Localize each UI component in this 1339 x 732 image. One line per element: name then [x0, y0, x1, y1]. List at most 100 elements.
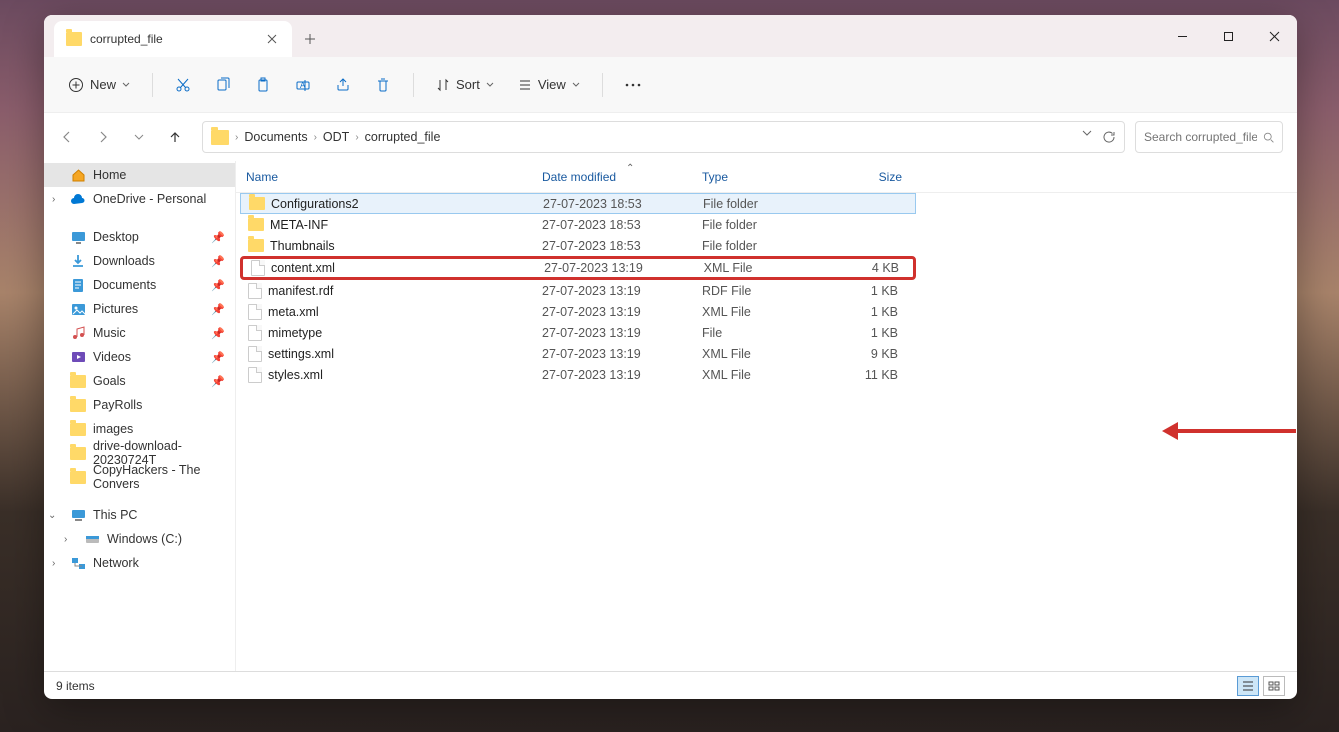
search-box[interactable] — [1135, 121, 1283, 153]
new-button[interactable]: New — [58, 67, 140, 103]
folder-icon — [70, 469, 86, 485]
column-headers: Name Date modified Type Size — [236, 161, 1297, 193]
pin-icon: 📌 — [211, 375, 225, 388]
cell-date: 27-07-2023 13:19 — [532, 347, 692, 361]
sidebar-item-onedrive[interactable]: ›OneDrive - Personal — [44, 187, 235, 211]
close-icon — [1269, 31, 1280, 42]
forward-button[interactable] — [86, 120, 120, 154]
grid-icon — [1268, 681, 1280, 691]
breadcrumb-item[interactable]: Documents — [244, 130, 307, 144]
sidebar-item-videos[interactable]: Videos📌 — [44, 345, 235, 369]
file-row[interactable]: mimetype27-07-2023 13:19File1 KB — [240, 322, 916, 343]
cut-button[interactable] — [165, 67, 201, 103]
pictures-icon — [70, 301, 86, 317]
recent-button[interactable] — [122, 120, 156, 154]
cell-size: 4 KB — [827, 261, 913, 275]
back-button[interactable] — [50, 120, 84, 154]
sidebar-item-windowsc[interactable]: ›Windows (C:) — [44, 527, 235, 551]
cell-name: manifest.rdf — [240, 283, 532, 299]
files-view: ⌃ Name Date modified Type Size Configura… — [236, 161, 1297, 671]
separator — [413, 73, 414, 97]
cell-name: styles.xml — [240, 367, 532, 383]
pin-icon: 📌 — [211, 255, 225, 268]
sidebar-item-images[interactable]: images — [44, 417, 235, 441]
folder-icon — [70, 445, 86, 461]
sidebar-item-documents[interactable]: Documents📌 — [44, 273, 235, 297]
column-name[interactable]: Name — [236, 170, 532, 184]
dropdown-button[interactable] — [1082, 130, 1092, 144]
folder-icon — [248, 239, 264, 252]
cell-size: 1 KB — [826, 305, 912, 319]
tab-close-button[interactable] — [264, 31, 280, 47]
sidebar-item-downloads[interactable]: Downloads📌 — [44, 249, 235, 273]
folder-icon — [70, 373, 86, 389]
file-row[interactable]: styles.xml27-07-2023 13:19XML File11 KB — [240, 364, 916, 385]
column-size[interactable]: Size — [826, 170, 916, 184]
sidebar-item-payrolls[interactable]: PayRolls — [44, 393, 235, 417]
sidebar-item-thispc[interactable]: ⌄This PC — [44, 503, 235, 527]
tab-current[interactable]: corrupted_file — [54, 21, 292, 57]
refresh-button[interactable] — [1102, 130, 1116, 144]
cell-date: 27-07-2023 13:19 — [532, 284, 692, 298]
sidebar-item-network[interactable]: ›Network — [44, 551, 235, 575]
sidebar-item-home[interactable]: Home — [44, 163, 235, 187]
sidebar-item-goals[interactable]: Goals📌 — [44, 369, 235, 393]
file-row[interactable]: meta.xml27-07-2023 13:19XML File1 KB — [240, 301, 916, 322]
cell-type: File — [692, 326, 826, 340]
view-button[interactable]: View — [508, 67, 590, 103]
search-input[interactable] — [1144, 130, 1257, 144]
chevron-down-icon — [486, 82, 494, 87]
folder-icon — [249, 197, 265, 210]
minimize-button[interactable] — [1159, 15, 1205, 57]
file-row[interactable]: manifest.rdf27-07-2023 13:19RDF File1 KB — [240, 280, 916, 301]
rename-button[interactable]: A — [285, 67, 321, 103]
file-row[interactable]: Configurations227-07-2023 18:53File fold… — [240, 193, 916, 214]
cell-name: META-INF — [240, 218, 532, 232]
file-row[interactable]: META-INF27-07-2023 18:53File folder — [240, 214, 916, 235]
cell-name: meta.xml — [240, 304, 532, 320]
paste-button[interactable] — [245, 67, 281, 103]
arrow-right-icon — [96, 130, 110, 144]
more-button[interactable] — [615, 67, 651, 103]
cut-icon — [175, 77, 191, 93]
file-icon — [248, 367, 262, 383]
share-button[interactable] — [325, 67, 361, 103]
breadcrumb-item[interactable]: corrupted_file — [365, 130, 441, 144]
music-icon — [70, 325, 86, 341]
cell-name: mimetype — [240, 325, 532, 341]
content-area: Home ›OneDrive - Personal Desktop📌 Downl… — [44, 161, 1297, 671]
file-row[interactable]: content.xml27-07-2023 13:19XML File4 KB — [240, 256, 916, 280]
file-icon — [248, 346, 262, 362]
sidebar-item-copyhackers[interactable]: CopyHackers - The Convers — [44, 465, 235, 489]
icons-view-button[interactable] — [1263, 676, 1285, 696]
cell-name: Configurations2 — [241, 197, 533, 211]
breadcrumb-item[interactable]: ODT — [323, 130, 349, 144]
arrow-left-icon — [60, 130, 74, 144]
up-button[interactable] — [158, 120, 192, 154]
sidebar-item-pictures[interactable]: Pictures📌 — [44, 297, 235, 321]
sidebar-item-desktop[interactable]: Desktop📌 — [44, 225, 235, 249]
column-date[interactable]: Date modified — [532, 170, 692, 184]
address-bar[interactable]: › Documents › ODT › corrupted_file — [202, 121, 1125, 153]
arrow-up-icon — [168, 130, 182, 144]
file-rows: Configurations227-07-2023 18:53File fold… — [236, 193, 1297, 671]
sidebar-item-music[interactable]: Music📌 — [44, 321, 235, 345]
maximize-button[interactable] — [1205, 15, 1251, 57]
file-row[interactable]: Thumbnails27-07-2023 18:53File folder — [240, 235, 916, 256]
cell-size: 9 KB — [826, 347, 912, 361]
close-icon — [267, 34, 277, 44]
sort-button[interactable]: Sort — [426, 67, 504, 103]
copy-button[interactable] — [205, 67, 241, 103]
delete-button[interactable] — [365, 67, 401, 103]
plus-icon — [304, 33, 316, 45]
videos-icon — [70, 349, 86, 365]
new-tab-button[interactable] — [292, 21, 328, 57]
view-switcher — [1237, 676, 1285, 696]
close-button[interactable] — [1251, 15, 1297, 57]
file-row[interactable]: settings.xml27-07-2023 13:19XML File9 KB — [240, 343, 916, 364]
chevron-right-icon: › — [52, 194, 55, 205]
column-type[interactable]: Type — [692, 170, 826, 184]
address-end — [1082, 130, 1116, 144]
details-view-button[interactable] — [1237, 676, 1259, 696]
sidebar-item-drive-download[interactable]: drive-download-20230724T — [44, 441, 235, 465]
